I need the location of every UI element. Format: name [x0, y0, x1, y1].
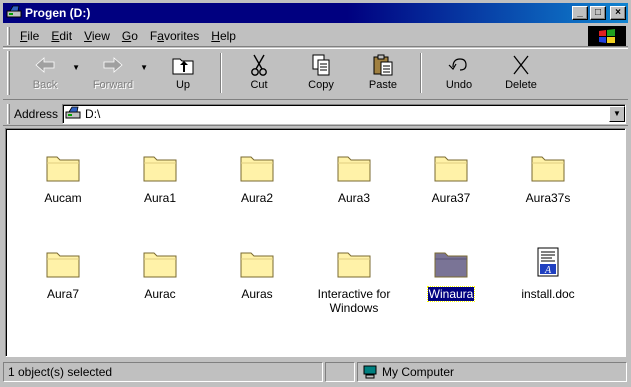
item-label: Auras: [241, 287, 273, 301]
item-label: Aurac: [144, 287, 176, 301]
toolbar-grip[interactable]: [7, 51, 10, 95]
folder-item[interactable]: Aura1: [115, 151, 205, 205]
copy-icon: [312, 54, 330, 76]
addressbar-grip[interactable]: [7, 103, 10, 124]
folder-icon: [46, 252, 80, 278]
status-bar: 1 object(s) selected My Computer: [3, 360, 628, 384]
menu-help[interactable]: Help: [205, 29, 242, 43]
item-label: Aura1: [143, 191, 177, 205]
windows-flag-icon: [599, 29, 615, 43]
address-bar: Address D:\ ▼: [3, 102, 628, 126]
item-label: Aucam: [44, 191, 82, 205]
file-list-view[interactable]: Aucam Aura1 Aura2 Aura3 Aura37 Aura37s Aura7 Au…: [5, 128, 626, 357]
paste-button[interactable]: Paste: [352, 49, 414, 97]
close-button[interactable]: ×: [610, 6, 626, 20]
drive-icon: [65, 106, 81, 118]
back-arrow-icon: [35, 57, 55, 73]
folder-item[interactable]: Aura3: [309, 151, 399, 205]
address-label: Address: [14, 106, 59, 121]
item-label: Aura2: [240, 191, 274, 205]
folder-icon: [434, 156, 468, 182]
folder-icon: [337, 252, 371, 278]
status-selection: 1 object(s) selected: [3, 362, 323, 382]
menu-file[interactable]: File: [14, 29, 45, 43]
word-document-icon: A: [537, 247, 559, 277]
item-label: install.doc: [521, 287, 575, 301]
folder-icon: [46, 156, 80, 182]
cut-button[interactable]: Cut: [228, 49, 290, 97]
item-label: Aura3: [337, 191, 371, 205]
back-button[interactable]: Back ▼: [14, 49, 80, 97]
drive-icon: [6, 5, 22, 18]
copy-button[interactable]: Copy: [290, 49, 352, 97]
menu-bar: File Edit View Go Favorites Help: [3, 25, 628, 47]
folder-item[interactable]: Aura7: [18, 247, 108, 301]
standard-toolbar: Back ▼ Forward ▼ Up Cut Copy Paste Undo …: [3, 48, 628, 100]
folder-item[interactable]: Aura37: [406, 151, 496, 205]
my-computer-icon: [363, 365, 377, 379]
svg-text:A: A: [544, 265, 552, 276]
menu-favorites[interactable]: Favorites: [144, 29, 205, 43]
forward-arrow-icon: [103, 57, 123, 73]
item-label: Winaura: [426, 286, 476, 302]
folder-item[interactable]: Aurac: [115, 247, 205, 301]
menubar-grip[interactable]: [7, 26, 10, 45]
toolbar-separator: [420, 53, 422, 93]
folder-item[interactable]: Auras: [212, 247, 302, 301]
minimize-button[interactable]: _: [572, 6, 588, 20]
window-title: Progen (D:): [25, 6, 91, 20]
folder-icon: [337, 156, 371, 182]
folder-item[interactable]: Aura2: [212, 151, 302, 205]
forward-dropdown-icon[interactable]: ▼: [140, 63, 148, 72]
folder-icon: [240, 252, 274, 278]
folder-item[interactable]: Winaura: [406, 247, 496, 302]
delete-button[interactable]: Delete: [490, 49, 552, 97]
folder-icon: [531, 156, 565, 182]
up-button[interactable]: Up: [152, 49, 214, 97]
file-item[interactable]: Ainstall.doc: [503, 247, 593, 301]
status-zone-label: My Computer: [382, 365, 455, 379]
back-dropdown-icon[interactable]: ▼: [72, 63, 80, 72]
status-empty-panel: [325, 362, 355, 382]
forward-button[interactable]: Forward ▼: [82, 49, 148, 97]
undo-button[interactable]: Undo: [428, 49, 490, 97]
title-bar[interactable]: Progen (D:) _ □ ×: [3, 3, 628, 23]
address-value: D:\: [85, 106, 101, 121]
item-label: Aura37s: [525, 191, 571, 205]
folder-icon: [143, 252, 177, 278]
toolbar-separator: [220, 53, 222, 93]
maximize-button[interactable]: □: [590, 6, 606, 20]
item-label: Interactive for Windows: [317, 287, 391, 315]
folder-icon: [434, 252, 468, 278]
menu-edit[interactable]: Edit: [45, 29, 78, 43]
clipboard-icon: [373, 54, 393, 76]
item-label: Aura7: [46, 287, 80, 301]
folder-item[interactable]: Aura37s: [503, 151, 593, 205]
folder-icon: [240, 156, 274, 182]
status-zone: My Computer: [357, 362, 627, 382]
scissors-icon: [251, 54, 267, 76]
delete-x-icon: [513, 55, 529, 75]
folder-item[interactable]: Interactive for Windows: [309, 247, 399, 315]
menu-go[interactable]: Go: [116, 29, 144, 43]
folder-item[interactable]: Aucam: [18, 151, 108, 205]
item-label: Aura37: [431, 191, 471, 205]
folder-up-icon: [172, 58, 194, 75]
undo-icon: [448, 58, 467, 71]
windows-logo: [588, 26, 626, 46]
explorer-window: Progen (D:) _ □ × File Edit View Go Favorite…: [0, 0, 631, 387]
address-dropdown-button[interactable]: ▼: [609, 105, 625, 122]
menu-view[interactable]: View: [78, 29, 116, 43]
address-input[interactable]: D:\ ▼: [62, 103, 626, 124]
folder-icon: [143, 156, 177, 182]
